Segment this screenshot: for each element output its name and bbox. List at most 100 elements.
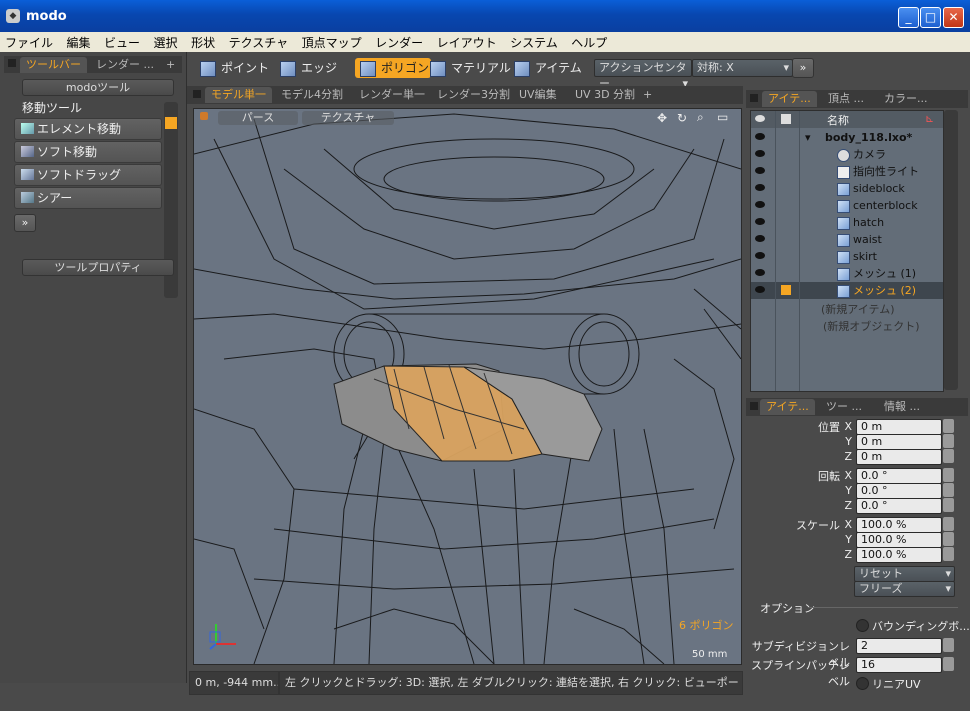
item-row-mesh2-selected[interactable]: メッシュ (2) xyxy=(751,282,943,299)
item-row-light[interactable]: 指向性ライト xyxy=(751,163,943,180)
tab-add-viewport[interactable]: + xyxy=(637,87,658,103)
scale-y-field[interactable]: 100.0 % xyxy=(856,532,942,548)
scale-y-spinner[interactable] xyxy=(943,532,954,546)
item-row-scene[interactable]: ▾ body_118.lxo* xyxy=(751,129,943,146)
tab-model-quad[interactable]: モデル4分割 xyxy=(275,87,349,103)
rotation-x-field[interactable]: 0.0 ° xyxy=(856,468,942,484)
soft-drag-button[interactable]: ソフトドラッグ xyxy=(14,164,162,186)
mode-point-button[interactable]: ポイント xyxy=(195,58,281,78)
eye-icon[interactable] xyxy=(755,286,765,293)
menu-layout[interactable]: レイアウト xyxy=(432,32,502,51)
element-move-button[interactable]: エレメント移動 xyxy=(14,118,162,140)
scale-x-spinner[interactable] xyxy=(943,517,954,531)
scrollbar-thumb[interactable] xyxy=(165,117,177,129)
item-row-skirt[interactable]: skirt xyxy=(751,248,943,265)
soft-move-button[interactable]: ソフト移動 xyxy=(14,141,162,163)
mode-edge-button[interactable]: エッジ xyxy=(275,58,349,78)
rotation-x-spinner[interactable] xyxy=(943,468,954,482)
tool-properties-header[interactable]: ツールプロパティ xyxy=(22,259,174,276)
panel-menu-icon[interactable] xyxy=(8,59,16,67)
tab-uv-3d-split[interactable]: UV 3D 分割 xyxy=(569,87,641,103)
view-type-button[interactable]: パース xyxy=(218,111,298,125)
action-center-dropdown[interactable]: アクションセンター ▾ xyxy=(594,59,692,90)
shear-button[interactable]: シアー xyxy=(14,187,162,209)
tab-info[interactable]: 情報 ... xyxy=(878,399,926,415)
rotation-z-spinner[interactable] xyxy=(943,498,954,512)
edit-mesh-icon[interactable] xyxy=(781,285,791,295)
scale-x-field[interactable]: 100.0 % xyxy=(856,517,942,533)
zoom-icon[interactable]: ⌕ xyxy=(697,110,704,125)
eye-icon[interactable] xyxy=(755,269,765,276)
eye-icon[interactable] xyxy=(755,150,765,157)
toolbar-more-button[interactable]: » xyxy=(792,58,814,78)
tab-item-props[interactable]: アイテ... xyxy=(760,399,815,415)
rotation-z-field[interactable]: 0.0 ° xyxy=(856,498,942,514)
item-row-waist[interactable]: waist xyxy=(751,231,943,248)
menu-select[interactable]: 選択 xyxy=(149,32,183,51)
tab-items[interactable]: アイテ... xyxy=(762,91,817,107)
3d-viewport[interactable]: パース テクスチャ ✥ ↻ ⌕ ▭ 6 ポリゴン 50 mm xyxy=(193,108,742,665)
reset-dropdown[interactable]: リセット ▾ xyxy=(854,566,955,582)
expand-arrow-icon[interactable]: ▾ xyxy=(805,129,811,146)
position-x-spinner[interactable] xyxy=(943,419,954,433)
spline-patch-field[interactable]: 16 xyxy=(856,657,942,673)
menu-geometry[interactable]: 形状 xyxy=(186,32,220,51)
spline-patch-spinner[interactable] xyxy=(943,657,954,671)
position-y-field[interactable]: 0 m xyxy=(856,434,942,450)
subdivision-spinner[interactable] xyxy=(943,638,954,652)
maximize-button[interactable]: □ xyxy=(920,7,941,28)
eye-icon[interactable] xyxy=(755,133,765,140)
eye-icon[interactable] xyxy=(755,218,765,225)
tab-render-triple[interactable]: レンダー3分割 xyxy=(431,87,516,103)
position-x-field[interactable]: 0 m xyxy=(856,419,942,435)
items-panel-menu-icon[interactable] xyxy=(750,94,758,102)
mode-polygon-button[interactable]: ポリゴン xyxy=(355,58,431,78)
symmetry-dropdown[interactable]: 対称: X ▾ xyxy=(692,59,793,77)
menu-render[interactable]: レンダー xyxy=(370,32,428,51)
item-row-sideblock[interactable]: sideblock xyxy=(751,180,943,197)
eye-icon[interactable] xyxy=(755,184,765,191)
item-row-hatch[interactable]: hatch xyxy=(751,214,943,231)
scale-z-spinner[interactable] xyxy=(943,547,954,561)
tab-tool-props[interactable]: ツー ... xyxy=(820,399,868,415)
position-y-spinner[interactable] xyxy=(943,434,954,448)
expand-tools-button[interactable]: » xyxy=(14,214,36,232)
item-row-centerblock[interactable]: centerblock xyxy=(751,197,943,214)
shading-button[interactable]: テクスチャ xyxy=(302,111,394,125)
menu-edit[interactable]: 編集 xyxy=(62,32,96,51)
minimize-button[interactable]: _ xyxy=(898,7,919,28)
new-item-button[interactable]: (新規アイテム) xyxy=(821,301,894,317)
eye-icon[interactable] xyxy=(755,167,765,174)
item-list-scrollbar[interactable] xyxy=(944,110,958,390)
menu-help[interactable]: ヘルプ xyxy=(566,32,612,51)
tab-uv-edit[interactable]: UV編集 xyxy=(513,87,563,103)
item-row-mesh1[interactable]: メッシュ (1) xyxy=(751,265,943,282)
subdivision-field[interactable]: 2 xyxy=(856,638,942,654)
menu-system[interactable]: システム xyxy=(505,32,563,51)
eye-icon[interactable] xyxy=(755,235,765,242)
props-panel-menu-icon[interactable] xyxy=(750,402,758,410)
eye-icon[interactable] xyxy=(755,252,765,259)
maximize-view-icon[interactable]: ▭ xyxy=(717,110,728,124)
linear-uv-checkbox[interactable] xyxy=(856,677,869,690)
tab-render-single[interactable]: レンダー単一 xyxy=(353,87,431,103)
eye-icon[interactable] xyxy=(755,201,765,208)
tab-toolbar[interactable]: ツールバー xyxy=(20,57,87,73)
rotate-icon[interactable]: ↻ xyxy=(677,111,687,125)
viewport-options-icon[interactable] xyxy=(200,112,208,120)
close-button[interactable]: ✕ xyxy=(943,7,964,28)
mode-item-button[interactable]: アイテム xyxy=(509,58,597,78)
tab-vertex[interactable]: 頂点 ... xyxy=(822,91,870,107)
mode-material-button[interactable]: マテリアル xyxy=(425,58,513,78)
freeze-dropdown[interactable]: フリーズ ▾ xyxy=(854,581,955,597)
position-z-field[interactable]: 0 m xyxy=(856,449,942,465)
tab-add[interactable]: + xyxy=(160,57,181,73)
position-z-spinner[interactable] xyxy=(943,449,954,463)
rotation-y-field[interactable]: 0.0 ° xyxy=(856,483,942,499)
tab-model-single[interactable]: モデル単一 xyxy=(205,87,272,103)
modo-tools-header[interactable]: modoツール xyxy=(22,79,174,96)
pan-icon[interactable]: ✥ xyxy=(657,111,667,125)
rotation-y-spinner[interactable] xyxy=(943,483,954,497)
menu-vertex-map[interactable]: 頂点マップ xyxy=(297,32,367,51)
menu-view[interactable]: ビュー xyxy=(99,32,145,51)
